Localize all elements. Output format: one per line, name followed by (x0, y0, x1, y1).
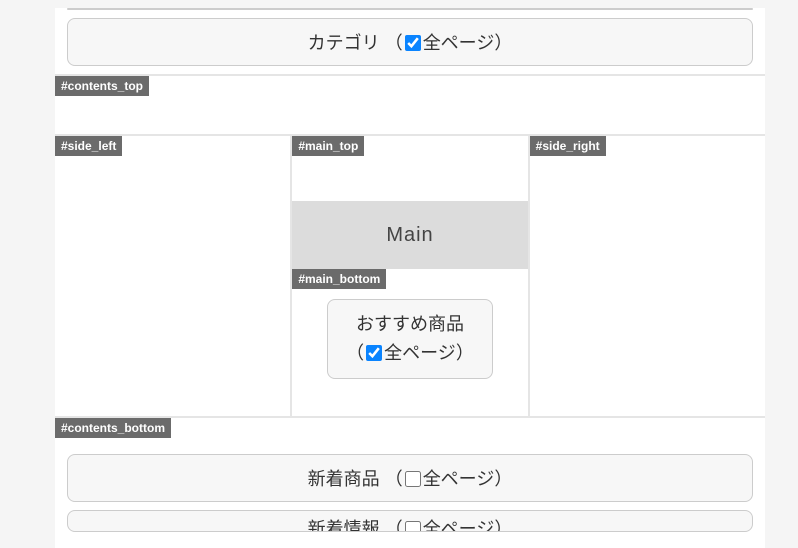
side-left-region[interactable]: #side_left (55, 136, 292, 416)
recommend-label: おすすめ商品 (356, 314, 464, 334)
main-top-region[interactable]: #main_top (292, 136, 527, 201)
new-info-block[interactable]: 新着情報 （ 全ページ） (67, 510, 753, 532)
main-top-label: #main_top (292, 136, 364, 156)
paren-open: （ (385, 33, 403, 53)
paren-open: （ (346, 343, 364, 363)
new-info-label: 新着情報 (308, 519, 380, 532)
paren-close: ） (494, 469, 512, 489)
main-label: Main (386, 224, 433, 247)
main-block[interactable]: Main (292, 201, 527, 269)
category-label: カテゴリ (308, 33, 380, 53)
new-info-checkbox-label: 全ページ (423, 519, 495, 532)
paren-open: （ (385, 469, 403, 489)
category-checkbox-label: 全ページ (423, 33, 495, 53)
new-info-allpages-checkbox[interactable] (405, 521, 421, 532)
new-products-block[interactable]: 新着商品 （ 全ページ） (67, 454, 753, 502)
recommend-checkbox-label: 全ページ (384, 343, 456, 363)
main-bottom-label: #main_bottom (292, 269, 386, 289)
contents-top-region[interactable]: #contents_top (55, 74, 765, 134)
side-right-region[interactable]: #side_right (528, 136, 765, 416)
side-right-label: #side_right (530, 136, 606, 156)
side-left-label: #side_left (55, 136, 122, 156)
category-block[interactable]: カテゴリ （ 全ページ） (67, 18, 753, 66)
contents-bottom-region[interactable]: #contents_bottom 新着商品 （全ページ） 新着情報 （全ページ） (55, 416, 765, 548)
paren-open: （ (385, 519, 403, 532)
recommend-block[interactable]: おすすめ商品 （ 全ページ） (327, 299, 493, 379)
category-allpages-checkbox[interactable] (405, 35, 421, 51)
new-products-label: 新着商品 (308, 469, 380, 489)
contents-top-label: #contents_top (55, 76, 149, 96)
new-products-allpages-checkbox[interactable] (405, 471, 421, 487)
paren-close: ） (494, 519, 512, 532)
contents-bottom-label: #contents_bottom (55, 418, 171, 438)
top-empty-block[interactable] (67, 8, 753, 10)
paren-close: ） (494, 33, 512, 53)
main-bottom-region[interactable]: #main_bottom おすすめ商品 （ 全ページ） (292, 269, 527, 416)
recommend-allpages-checkbox[interactable] (366, 345, 382, 361)
new-products-checkbox-label: 全ページ (423, 469, 495, 489)
paren-close: ） (456, 343, 474, 363)
